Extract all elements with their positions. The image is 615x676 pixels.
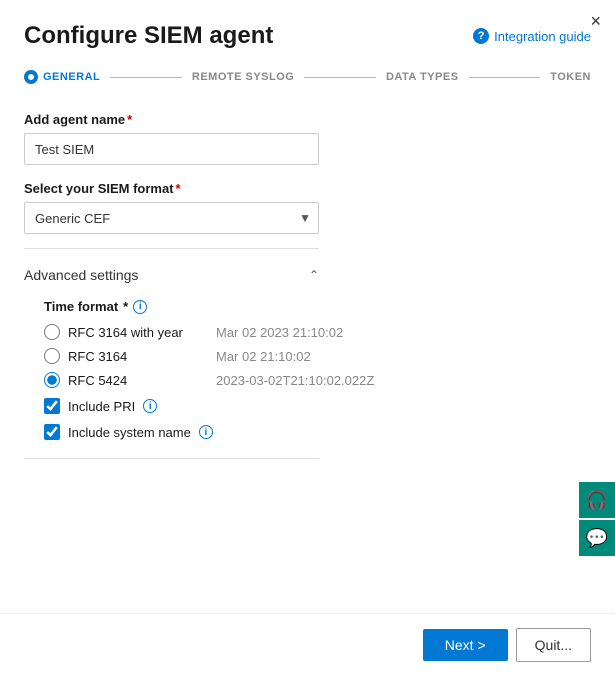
close-button[interactable]: × [590,12,601,30]
include-pri-checkbox[interactable] [44,398,60,414]
radio-rfc3164[interactable] [44,348,60,364]
agent-name-field: Add agent name* [24,112,591,165]
quit-button[interactable]: Quit... [516,628,591,662]
time-format-label: Time format [44,299,118,314]
step-line-3 [469,77,541,78]
include-pri-row: Include PRI i [44,398,591,414]
radio-row-rfc3164year: RFC 3164 with year Mar 02 2023 21:10:02 [44,324,591,340]
radio-row-rfc5424: RFC 5424 2023-03-02T21:10:02.022Z [44,372,591,388]
siem-format-select[interactable]: Generic CEF ArcSight Splunk QRadar [24,202,319,234]
radio-example-rfc5424: 2023-03-02T21:10:02.022Z [216,373,374,388]
include-system-name-checkbox[interactable] [44,424,60,440]
step-data-types-label: DATA TYPES [386,71,459,83]
wizard-steps: GENERAL REMOTE SYSLOG DATA TYPES TOKEN [0,60,615,94]
include-pri-info-icon[interactable]: i [143,399,157,413]
advanced-settings-label: Advanced settings [24,267,138,283]
modal-body: Add agent name* Select your SIEM format*… [0,94,615,613]
step-dot-general [24,70,38,84]
divider-1 [24,248,319,249]
divider-2 [24,458,319,459]
configure-siem-modal: × Configure SIEM agent ? Integration gui… [0,0,615,676]
step-line-2 [304,77,376,78]
siem-format-label: Select your SIEM format* [24,181,591,196]
integration-guide-label: Integration guide [494,29,591,44]
step-remote-syslog-label: REMOTE SYSLOG [192,71,294,83]
step-data-types[interactable]: DATA TYPES [386,71,459,83]
side-widgets: 🎧 💬 [579,482,615,556]
integration-guide-link[interactable]: ? Integration guide [473,28,591,44]
chat-icon: 💬 [586,528,608,549]
advanced-settings-toggle[interactable]: Advanced settings ⌃ [24,263,319,287]
radio-example-rfc3164: Mar 02 21:10:02 [216,349,311,364]
siem-format-field: Select your SIEM format* Generic CEF Arc… [24,181,591,234]
step-token-label: TOKEN [550,71,591,83]
radio-rfc3164year[interactable] [44,324,60,340]
modal-title: Configure SIEM agent [24,22,273,50]
include-pri-label: Include PRI [68,399,135,414]
step-general[interactable]: GENERAL [24,70,100,84]
radio-example-rfc3164year: Mar 02 2023 21:10:02 [216,325,343,340]
radio-label-rfc5424: RFC 5424 [68,373,198,388]
radio-label-rfc3164: RFC 3164 [68,349,198,364]
radio-label-rfc3164year: RFC 3164 with year [68,325,198,340]
next-button-label: Next > [445,637,486,653]
step-token[interactable]: TOKEN [550,71,591,83]
quit-button-label: Quit... [535,637,572,653]
time-format-header: Time format * i [44,299,591,314]
radio-row-rfc3164: RFC 3164 Mar 02 21:10:02 [44,348,591,364]
step-general-label: GENERAL [43,71,100,83]
modal-footer: Next > Quit... [0,613,615,676]
question-icon: ? [473,28,489,44]
include-system-name-row: Include system name i [44,424,591,440]
time-format-info-icon[interactable]: i [133,300,147,314]
step-line-1 [110,77,182,78]
include-system-name-label: Include system name [68,425,191,440]
headset-icon: 🎧 [586,490,608,511]
radio-rfc5424[interactable] [44,372,60,388]
agent-name-label: Add agent name* [24,112,591,127]
chevron-up-icon: ⌃ [309,268,319,282]
chat-widget-button[interactable]: 💬 [579,520,615,556]
support-widget-button[interactable]: 🎧 [579,482,615,518]
siem-format-select-wrapper: Generic CEF ArcSight Splunk QRadar ▼ [24,202,319,234]
agent-name-input[interactable] [24,133,319,165]
modal-header: Configure SIEM agent ? Integration guide [0,0,615,60]
time-format-radio-group: RFC 3164 with year Mar 02 2023 21:10:02 … [44,324,591,388]
next-button[interactable]: Next > [423,629,508,661]
include-system-name-info-icon[interactable]: i [199,425,213,439]
step-remote-syslog[interactable]: REMOTE SYSLOG [192,71,294,83]
advanced-settings-content: Time format * i RFC 3164 with year Mar 0… [24,287,591,440]
